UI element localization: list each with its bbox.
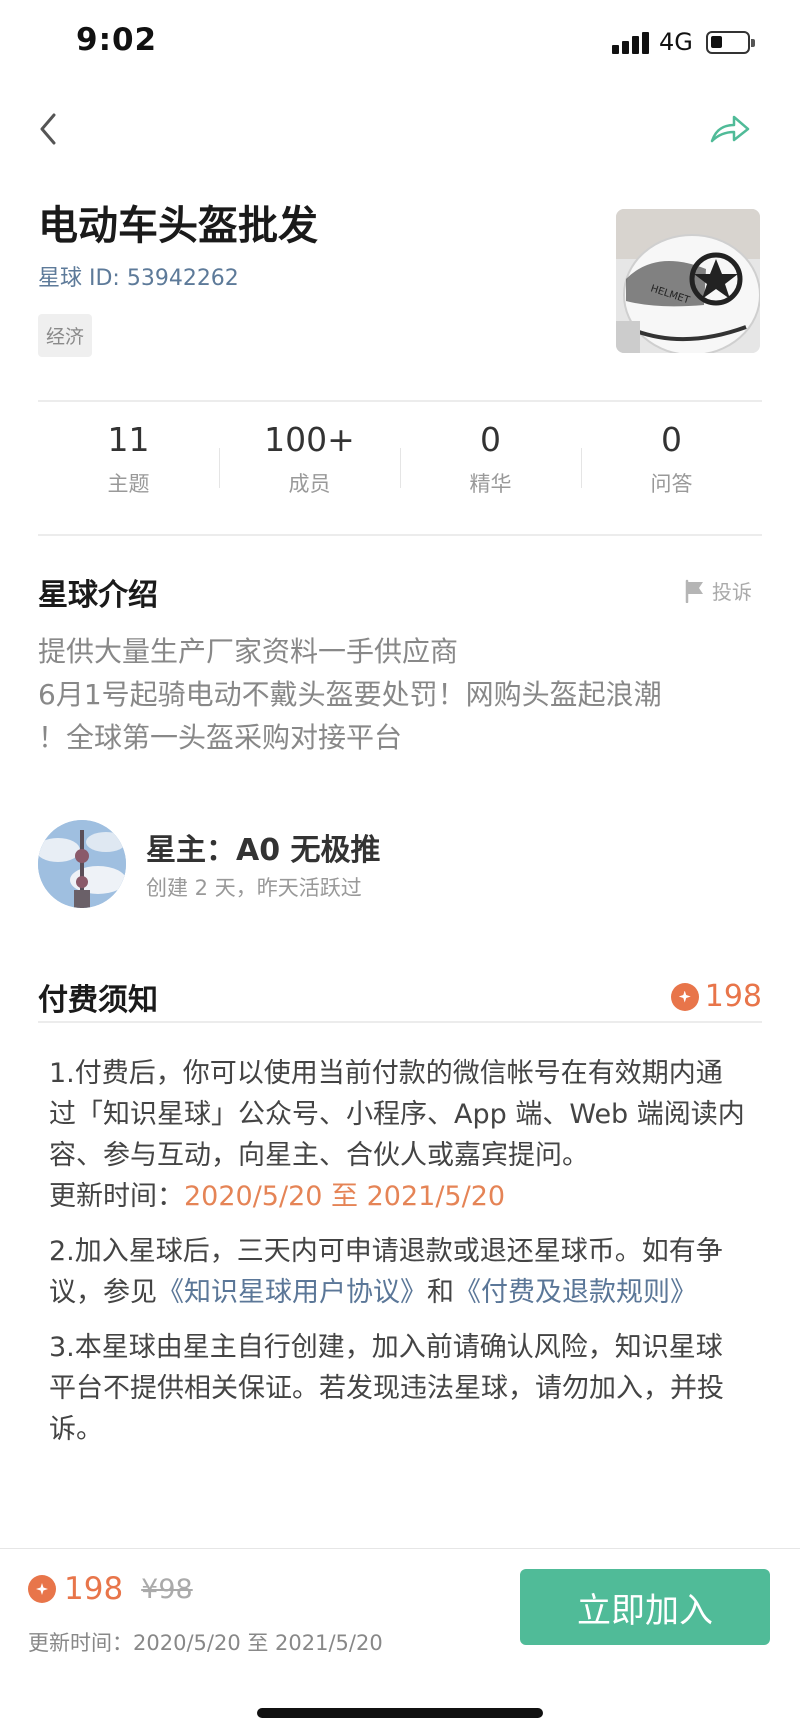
owner-activity: 创建 2 天，昨天活跃过 xyxy=(146,876,362,900)
stat-label: 精华 xyxy=(469,472,512,496)
report-label: 投诉 xyxy=(712,580,752,604)
battery-icon xyxy=(706,31,755,54)
stat-topics[interactable]: 11 主题 xyxy=(38,418,219,528)
stat-value: 11 xyxy=(107,420,150,459)
intro-section-title: 星球介绍 xyxy=(38,578,158,613)
divider xyxy=(38,534,762,536)
share-icon xyxy=(710,115,750,143)
owner-card[interactable]: 星主：A0 无极推 创建 2 天，昨天活跃过 xyxy=(38,820,762,910)
report-button[interactable]: 投诉 xyxy=(684,576,752,605)
planet-header: 电动车头盔批发 星球 ID: 53942262 经济 xyxy=(38,200,598,357)
bottom-bar: 198 ¥98 更新时间：2020/5/20 至 2021/5/20 立即加入 xyxy=(0,1548,800,1731)
network-type: 4G xyxy=(659,28,693,56)
stat-value: 100+ xyxy=(264,420,355,459)
status-bar: 9:02 4G xyxy=(0,0,800,90)
intro-line: 提供大量生产厂家资料一手供应商 xyxy=(38,635,459,668)
planet-id: 星球 ID: 53942262 xyxy=(38,266,239,291)
intro-line: 6月1号起骑电动不戴头盔要处罚！网购头盔起浪潮 xyxy=(38,678,662,711)
fee-notice: 1.付费后，你可以使用当前付款的微信帐号在有效期内通过「知识星球」公众号、小程序… xyxy=(49,1053,749,1464)
join-button[interactable]: 立即加入 xyxy=(520,1569,770,1645)
fee-section-title: 付费须知 xyxy=(38,983,158,1018)
stat-members[interactable]: 100+ 成员 xyxy=(219,418,400,528)
notice-item-3: 3.本星球由星主自行创建，加入前请确认风险，知识星球平台不提供相关保证。若发现违… xyxy=(49,1327,749,1450)
home-indicator[interactable] xyxy=(257,1708,543,1718)
bottom-price: 198 ¥98 xyxy=(28,1571,193,1607)
back-button[interactable] xyxy=(30,107,70,151)
stat-label: 主题 xyxy=(107,472,150,496)
stat-qa[interactable]: 0 问答 xyxy=(581,418,762,528)
planet-cover-image: HELMET xyxy=(616,209,760,353)
stat-essence[interactable]: 0 精华 xyxy=(400,418,581,528)
intro-line: ！全球第一头盔采购对接平台 xyxy=(38,721,403,754)
nav-bar xyxy=(0,95,800,165)
chevron-left-icon xyxy=(40,113,56,145)
fee-price-value: 198 xyxy=(704,979,762,1014)
share-button[interactable] xyxy=(706,107,754,151)
fee-price: 198 xyxy=(670,979,762,1014)
stats-row: 11 主题 100+ 成员 0 精华 0 问答 xyxy=(38,418,762,528)
avatar[interactable] xyxy=(38,820,126,908)
original-price: ¥98 xyxy=(141,1573,193,1605)
planet-title: 电动车头盔批发 xyxy=(38,203,318,249)
stat-label: 问答 xyxy=(650,472,693,496)
status-time: 9:02 xyxy=(76,22,158,58)
notice-text: 3.本星球由星主自行创建，加入前请确认风险，知识星球平台不提供相关保证。若发现违… xyxy=(49,1332,724,1445)
signal-icon xyxy=(612,30,652,54)
notice-item-2: 2.加入星球后，三天内可申请退款或退还星球币。如有争议，参见《知识星球用户协议》… xyxy=(49,1231,749,1313)
category-tag[interactable]: 经济 xyxy=(38,314,93,357)
stat-label: 成员 xyxy=(288,472,331,496)
update-label: 更新时间： xyxy=(49,1181,184,1212)
owner-name: 星主：A0 无极推 xyxy=(146,833,381,868)
stat-value: 0 xyxy=(480,420,501,459)
intro-text: 提供大量生产厂家资料一手供应商 6月1号起骑电动不戴头盔要处罚！网购头盔起浪潮 … xyxy=(38,630,762,759)
fee-header: 付费须知 198 xyxy=(38,975,762,1023)
notice-item-1: 1.付费后，你可以使用当前付款的微信帐号在有效期内通过「知识星球」公众号、小程序… xyxy=(49,1053,749,1217)
divider xyxy=(38,400,762,402)
notice-text: 1.付费后，你可以使用当前付款的微信帐号在有效期内通过「知识星球」公众号、小程序… xyxy=(49,1058,745,1171)
bottom-update-time: 更新时间：2020/5/20 至 2021/5/20 xyxy=(28,1631,383,1655)
flag-icon xyxy=(685,579,703,603)
planet-coin-icon xyxy=(28,1575,56,1603)
planet-coin-icon xyxy=(670,982,699,1011)
bottom-price-value: 198 xyxy=(64,1571,124,1607)
update-range: 2020/5/20 至 2021/5/20 xyxy=(184,1181,506,1212)
user-agreement-link[interactable]: 《知识星球用户协议》 xyxy=(157,1277,427,1308)
stat-value: 0 xyxy=(661,420,682,459)
notice-text: 和 xyxy=(427,1277,454,1308)
refund-rules-link[interactable]: 《付费及退款规则》 xyxy=(454,1277,697,1308)
